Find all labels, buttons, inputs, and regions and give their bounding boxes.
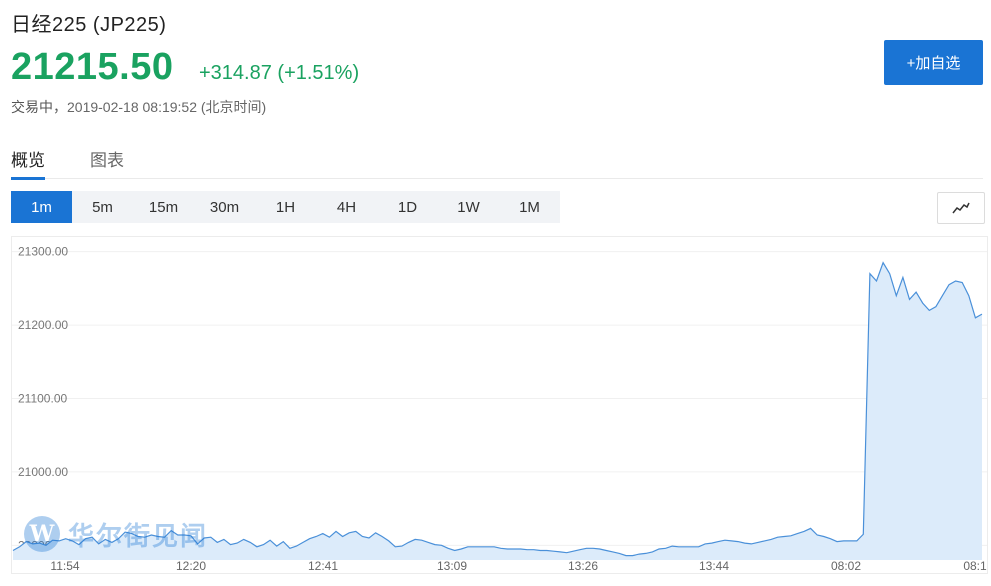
price-change: +314.87 (+1.51%) [199, 62, 360, 84]
interval-1h[interactable]: 1H [255, 191, 316, 223]
x-tick-label: 13:26 [568, 559, 598, 573]
x-tick-label: 12:41 [308, 559, 338, 573]
interval-1mo[interactable]: 1M [499, 191, 560, 223]
chart-type-button[interactable] [937, 192, 985, 224]
interval-30m[interactable]: 30m [194, 191, 255, 223]
x-tick-label: 11:54 [50, 559, 79, 573]
interval-1w[interactable]: 1W [438, 191, 499, 223]
y-tick-label: 21200.00 [18, 318, 68, 332]
x-tick-label: 08:02 [831, 559, 861, 573]
current-price: 21215.50 [11, 46, 174, 88]
interval-selector: 1m 5m 15m 30m 1H 4H 1D 1W 1M [11, 191, 560, 223]
interval-1d[interactable]: 1D [377, 191, 438, 223]
interval-4h[interactable]: 4H [316, 191, 377, 223]
interval-15m[interactable]: 15m [133, 191, 194, 223]
add-to-watchlist-button[interactable]: +加自选 [884, 40, 983, 85]
tab-overview[interactable]: 概览 [11, 146, 45, 180]
status-label: 交易中， [11, 99, 67, 115]
watermark-text: 华尔街见闻 [68, 521, 209, 552]
x-tick-label: 08:1 [963, 559, 987, 573]
y-tick-label: 21300.00 [18, 245, 68, 259]
x-tick-label: 13:44 [699, 559, 729, 573]
x-tick-label: 12:20 [176, 559, 206, 573]
watermark: W 华尔街见闻 [24, 512, 208, 556]
y-tick-label: 21100.00 [18, 392, 67, 406]
interval-5m[interactable]: 5m [72, 191, 133, 223]
tab-bar: 概览 图表 [11, 140, 983, 180]
y-tick-label: 21000.00 [18, 465, 68, 479]
x-tick-label: 13:09 [437, 559, 467, 573]
timestamp: 2019-02-18 08:19:52 (北京时间) [67, 99, 267, 115]
interval-1m[interactable]: 1m [11, 191, 72, 223]
tab-chart[interactable]: 图表 [90, 146, 124, 177]
line-chart-icon [952, 202, 970, 214]
trading-status: 交易中，2019-02-18 08:19:52 (北京时间) [11, 97, 266, 117]
instrument-title: 日经225 (JP225) [11, 14, 167, 36]
watermark-logo: W [24, 516, 60, 552]
